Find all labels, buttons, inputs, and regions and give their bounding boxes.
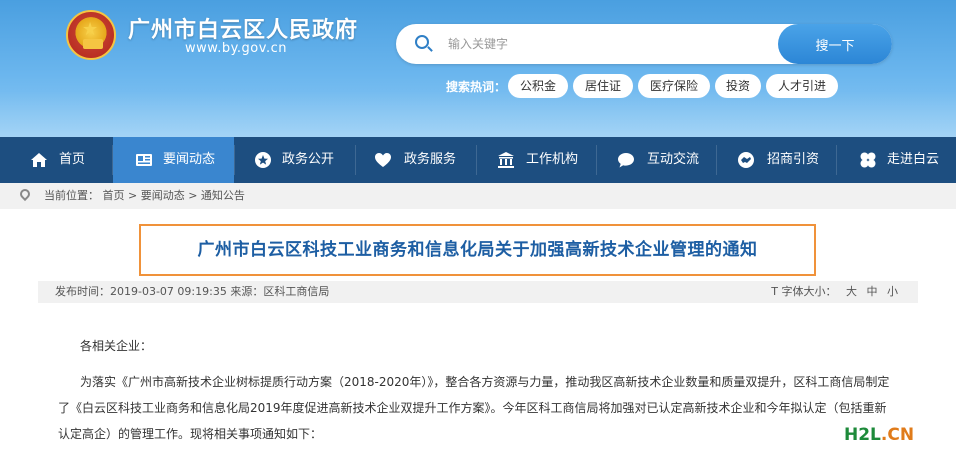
nav-item-gov-service[interactable]: 政务服务 bbox=[356, 137, 476, 183]
nav-label: 互动交流 bbox=[647, 152, 700, 167]
hot-tag[interactable]: 人才引进 bbox=[766, 74, 838, 98]
article-title-box: 广州市白云区科技工业商务和信息化局关于加强高新技术企业管理的通知 bbox=[139, 224, 816, 276]
nav-label: 要闻动态 bbox=[163, 152, 216, 167]
nav-label: 政务公开 bbox=[282, 152, 335, 167]
article-meta: 发布时间：2019-03-07 09:19:35 来源：区科工商信局 T 字体大… bbox=[38, 281, 918, 303]
nav-item-gov-open[interactable]: 政务公开 bbox=[235, 137, 355, 183]
heart-icon bbox=[375, 153, 391, 167]
hot-tag[interactable]: 居住证 bbox=[573, 74, 633, 98]
watermark-part1: H2L bbox=[844, 425, 881, 445]
hot-words-label: 搜索热词： bbox=[446, 80, 507, 94]
site-title[interactable]: 广州市白云区人民政府 bbox=[128, 12, 358, 44]
publish-info: 发布时间：2019-03-07 09:19:35 来源：区科工商信局 bbox=[55, 285, 330, 298]
nav-label: 首页 bbox=[59, 152, 86, 167]
nav-label: 走进白云 bbox=[887, 152, 940, 167]
h2l-watermark-logo: H2L.CN bbox=[844, 425, 914, 445]
handshake-icon bbox=[738, 152, 754, 168]
chat-icon bbox=[618, 153, 634, 168]
hot-tag[interactable]: 医疗保险 bbox=[638, 74, 710, 98]
nav-item-about[interactable]: 走进白云 bbox=[837, 137, 956, 183]
main-nav: 首页 要闻动态 政务公开 政务服务 工作机构 互动交流 招商引资 走进白云 bbox=[0, 137, 956, 183]
font-size-small[interactable]: 小 bbox=[887, 285, 898, 298]
hot-tag[interactable]: 投资 bbox=[715, 74, 761, 98]
nav-label: 招商引资 bbox=[767, 152, 820, 167]
article-paragraph: 为落实《广州市高新技术企业树标提质行动方案（2018-2020年）》，整合各方资… bbox=[58, 375, 890, 441]
nav-item-news[interactable]: 要闻动态 bbox=[113, 137, 234, 183]
font-size-large[interactable]: 大 bbox=[846, 285, 857, 298]
national-emblem-icon[interactable]: ★ bbox=[66, 10, 116, 60]
article-title: 广州市白云区科技工业商务和信息化局关于加强高新技术企业管理的通知 bbox=[197, 240, 758, 260]
nav-item-agencies[interactable]: 工作机构 bbox=[477, 137, 596, 183]
nav-item-home[interactable]: 首页 bbox=[0, 137, 112, 183]
watermark-part2: .CN bbox=[880, 425, 915, 445]
location-pin-icon bbox=[17, 186, 33, 202]
breadcrumb: 当前位置： 首页 > 要闻动态 > 通知公告 bbox=[0, 183, 956, 209]
nav-label: 工作机构 bbox=[526, 152, 579, 167]
search-input[interactable] bbox=[448, 28, 768, 60]
search-button[interactable]: 搜一下 bbox=[778, 24, 892, 64]
font-size-medium[interactable]: 中 bbox=[867, 285, 878, 298]
news-icon bbox=[136, 154, 152, 166]
font-size-control: T 字体大小： 大 中 小 bbox=[771, 281, 898, 303]
article-greeting: 各相关企业： bbox=[80, 339, 153, 353]
star-icon bbox=[255, 152, 271, 168]
breadcrumb-text[interactable]: 当前位置： 首页 > 要闻动态 > 通知公告 bbox=[44, 183, 245, 209]
site-url: www.by.gov.cn bbox=[185, 41, 287, 56]
search-icon bbox=[415, 35, 429, 49]
home-icon bbox=[31, 153, 47, 167]
nav-item-interaction[interactable]: 互动交流 bbox=[597, 137, 716, 183]
nav-label: 政务服务 bbox=[404, 152, 457, 167]
font-size-label: T 字体大小： bbox=[771, 285, 837, 298]
building-icon bbox=[498, 152, 514, 168]
hot-tag[interactable]: 公积金 bbox=[508, 74, 568, 98]
clover-icon bbox=[860, 152, 876, 168]
nav-item-investment[interactable]: 招商引资 bbox=[717, 137, 836, 183]
